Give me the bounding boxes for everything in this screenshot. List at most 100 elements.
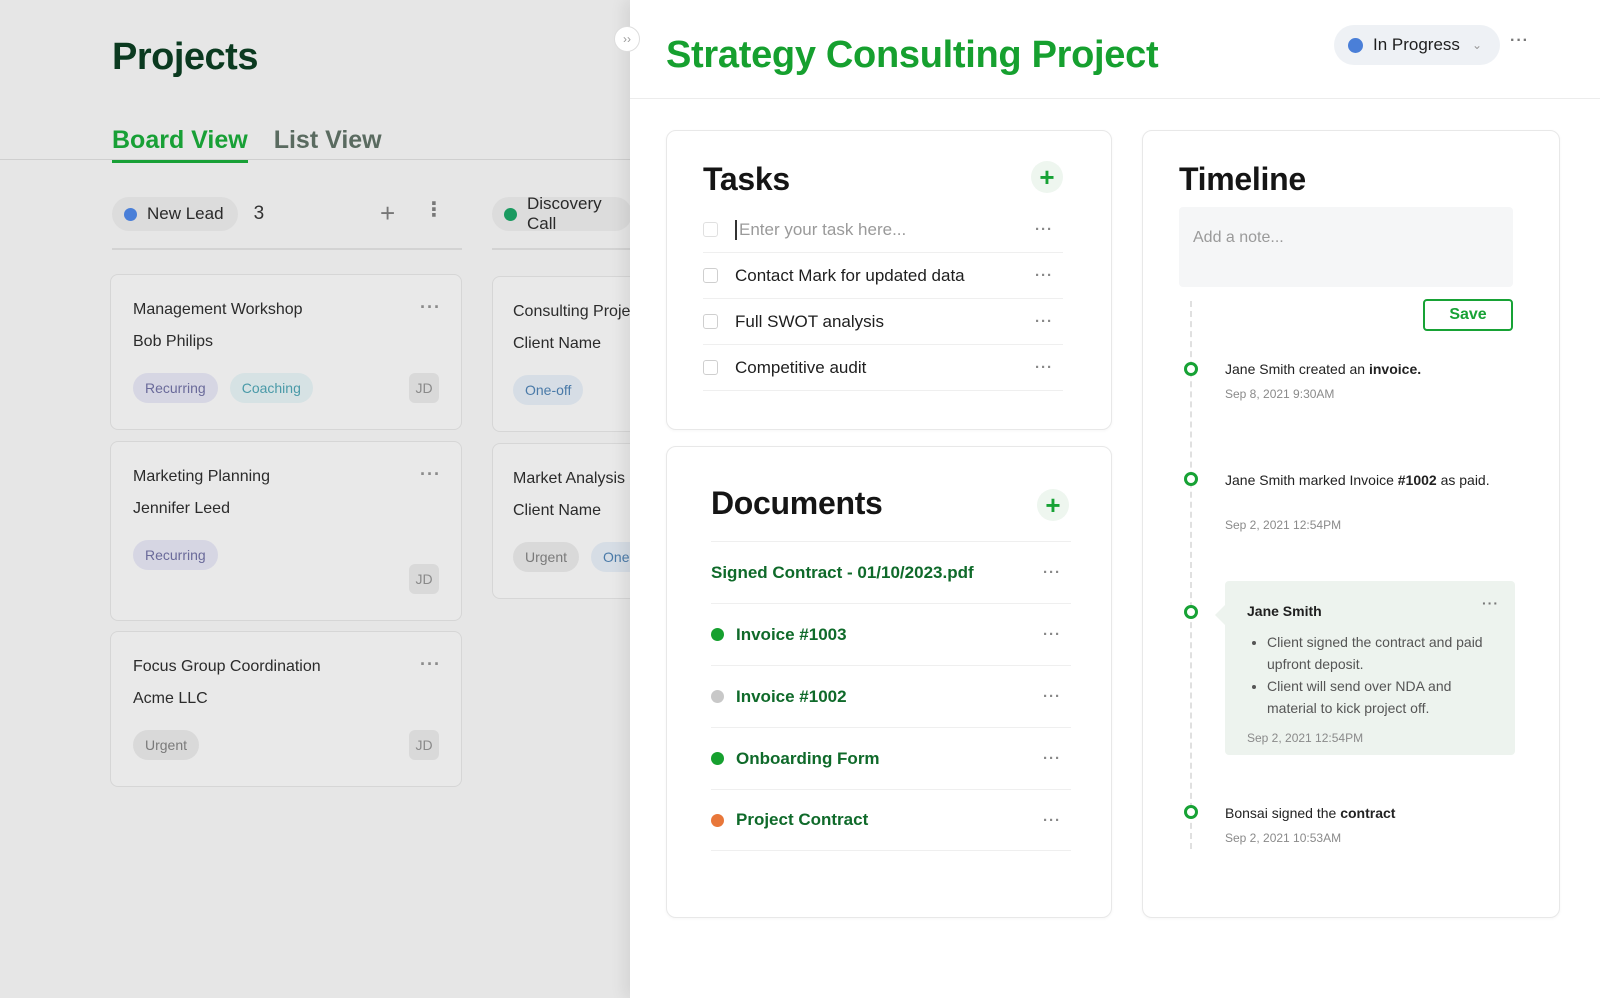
more-icon[interactable]: ··· — [1510, 32, 1529, 50]
avatar[interactable]: JD — [409, 564, 439, 594]
tag-list: Recurring — [133, 540, 218, 570]
card-title: Marketing Planning — [133, 468, 270, 485]
project-card[interactable]: Market Analysis Client Name Urgent One-o… — [492, 443, 630, 599]
timeline-node-icon — [1184, 605, 1198, 619]
status-label: In Progress — [1373, 35, 1460, 54]
column-header-new-lead: New Lead 3 — [112, 197, 264, 231]
document-item[interactable]: Project Contract ··· — [711, 789, 1071, 851]
documents-title: Documents — [711, 485, 883, 521]
task-checkbox[interactable] — [703, 222, 718, 237]
timeline-section: Timeline Save Jane Smith created an invo… — [1142, 130, 1560, 918]
document-item[interactable]: Invoice #1003 ··· — [711, 603, 1071, 665]
project-card[interactable]: Management Workshop Bob Philips ··· Recu… — [110, 274, 462, 430]
document-link[interactable]: Signed Contract - 01/10/2023.pdf — [711, 563, 974, 583]
timeline-note: Jane Smith ··· Client signed the contrac… — [1215, 581, 1515, 755]
note-author: Jane Smith — [1247, 603, 1322, 619]
avatar[interactable]: JD — [409, 730, 439, 760]
more-icon[interactable]: ··· — [1043, 564, 1061, 581]
card-title: Management Workshop — [133, 301, 303, 318]
note-date: Sep 2, 2021 12:54PM — [1247, 731, 1364, 745]
column-divider — [492, 248, 630, 250]
document-item[interactable]: Onboarding Form ··· — [711, 727, 1071, 789]
tag-urgent: Urgent — [133, 730, 200, 760]
column-count: 3 — [253, 203, 265, 224]
task-checkbox[interactable] — [703, 360, 718, 375]
note-bullets: Client signed the contract and paid upfr… — [1267, 631, 1495, 719]
card-title: Focus Group Coordination — [133, 658, 321, 675]
document-link[interactable]: Invoice #1003 — [736, 625, 847, 645]
note-bullet: Client will send over NDA and material t… — [1267, 675, 1495, 719]
more-icon[interactable]: ··· — [1043, 688, 1061, 705]
tag-list: Urgent One-off — [513, 542, 630, 572]
project-card[interactable]: Marketing Planning Jennifer Leed ··· Rec… — [110, 441, 462, 621]
status-dot-icon — [711, 813, 724, 827]
board-title: Projects — [112, 36, 258, 78]
card-client: Client Name — [513, 502, 602, 519]
more-icon[interactable]: ··· — [1035, 359, 1053, 376]
task-item: Competitive audit ··· — [703, 345, 1063, 391]
task-item: Contact Mark for updated data ··· — [703, 253, 1063, 299]
document-link[interactable]: Invoice #1002 — [736, 687, 847, 707]
divider — [630, 98, 1600, 99]
timeline-line — [1190, 301, 1192, 849]
more-icon[interactable]: ··· — [420, 297, 441, 318]
status-dot-icon — [504, 207, 517, 221]
timeline-node-icon — [1184, 472, 1198, 486]
card-client: Jennifer Leed — [133, 500, 230, 517]
more-icon[interactable]: ··· — [1035, 267, 1053, 284]
document-item[interactable]: Signed Contract - 01/10/2023.pdf ··· — [711, 541, 1071, 603]
more-icon[interactable]: ··· — [1035, 313, 1053, 330]
status-dropdown[interactable]: In Progress ⌄ — [1334, 25, 1500, 65]
tab-list-view[interactable]: List View — [274, 126, 382, 163]
task-item: Full SWOT analysis ··· — [703, 299, 1063, 345]
more-icon[interactable]: ··· — [420, 464, 441, 485]
avatar[interactable]: JD — [409, 373, 439, 403]
task-checkbox[interactable] — [703, 314, 718, 329]
timeline-event: Bonsai signed the contract — [1225, 805, 1396, 821]
tab-board-view[interactable]: Board View — [112, 126, 248, 163]
tag-one-off: One-off — [513, 375, 584, 405]
task-label: Competitive audit — [735, 357, 867, 377]
add-task-button[interactable]: + — [1031, 161, 1063, 193]
more-icon[interactable]: ··· — [1043, 750, 1061, 767]
project-card[interactable]: Consulting Project Client Name One-off — [492, 276, 630, 432]
documents-section: Documents + Signed Contract - 01/10/2023… — [666, 446, 1112, 918]
task-label: Contact Mark for updated data — [735, 265, 965, 285]
timeline-date: Sep 2, 2021 10:53AM — [1225, 831, 1342, 845]
tag-one-off: One-off — [591, 542, 630, 572]
document-link[interactable]: Project Contract — [736, 810, 868, 830]
card-client: Acme LLC — [133, 690, 208, 707]
status-dot-icon — [711, 690, 724, 703]
column-status-pill[interactable]: New Lead — [112, 197, 238, 231]
note-input[interactable] — [1179, 207, 1513, 287]
task-input[interactable] — [735, 219, 1025, 240]
project-card[interactable]: Focus Group Coordination Acme LLC ··· Ur… — [110, 631, 462, 787]
more-icon[interactable]: ··· — [1043, 812, 1061, 829]
timeline-event: Jane Smith marked Invoice #1002 as paid. — [1225, 472, 1490, 488]
project-detail-panel: Strategy Consulting Project In Progress … — [630, 0, 1600, 998]
view-tabs: Board View List View — [112, 126, 382, 163]
column-status-pill[interactable]: Discovery Call — [492, 194, 630, 233]
document-link[interactable]: Onboarding Form — [736, 749, 880, 769]
more-icon[interactable]: ··· — [1482, 595, 1499, 611]
column-menu-icon[interactable]: ⋮ — [424, 200, 444, 220]
more-icon[interactable]: ··· — [1043, 626, 1061, 643]
status-dot-icon — [1348, 37, 1363, 53]
divider — [0, 159, 630, 160]
document-item[interactable]: Invoice #1002 ··· — [711, 665, 1071, 727]
more-icon[interactable]: ··· — [420, 654, 441, 675]
column-header-discovery-call: Discovery Call — [492, 194, 630, 233]
chevron-down-icon: ⌄ — [1471, 38, 1482, 52]
tasks-title: Tasks — [703, 161, 790, 197]
add-card-icon[interactable]: + — [380, 200, 395, 226]
task-checkbox[interactable] — [703, 268, 718, 283]
collapse-panel-icon[interactable]: ›› — [614, 26, 640, 52]
column-divider — [112, 248, 462, 250]
card-client: Client Name — [513, 335, 602, 352]
tag-list: Urgent — [133, 730, 200, 760]
more-icon[interactable]: ··· — [1035, 221, 1053, 238]
save-note-button[interactable]: Save — [1423, 299, 1513, 331]
status-dot-icon — [124, 207, 137, 221]
add-document-button[interactable]: + — [1037, 489, 1069, 521]
tag-list: Recurring Coaching — [133, 373, 313, 403]
